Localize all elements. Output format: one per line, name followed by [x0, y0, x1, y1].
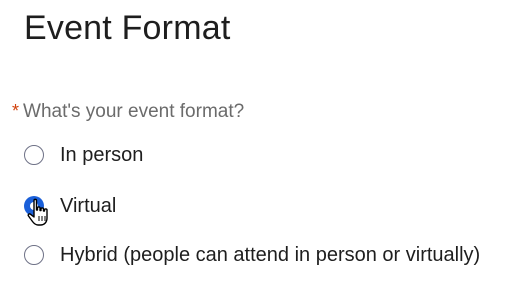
- question-label: * What's your event format?: [12, 98, 244, 125]
- radio-option-in-person[interactable]: In person: [24, 141, 143, 169]
- radio-option-virtual[interactable]: Virtual: [24, 192, 116, 220]
- radio-option-label: Hybrid (people can attend in person or v…: [60, 243, 481, 266]
- page-title: Event Format: [24, 9, 231, 47]
- radio-button[interactable]: [24, 245, 44, 265]
- radio-button[interactable]: [24, 145, 44, 165]
- question-text: What's your event format?: [23, 101, 245, 122]
- required-marker: *: [12, 101, 20, 121]
- event-format-page: Event Format * What's your event format? …: [0, 0, 531, 290]
- radio-option-hybrid[interactable]: Hybrid (people can attend in person or v…: [24, 241, 480, 269]
- radio-option-label: In person: [60, 143, 144, 166]
- radio-button-selected[interactable]: [24, 196, 44, 216]
- radio-option-label: Virtual: [60, 194, 117, 217]
